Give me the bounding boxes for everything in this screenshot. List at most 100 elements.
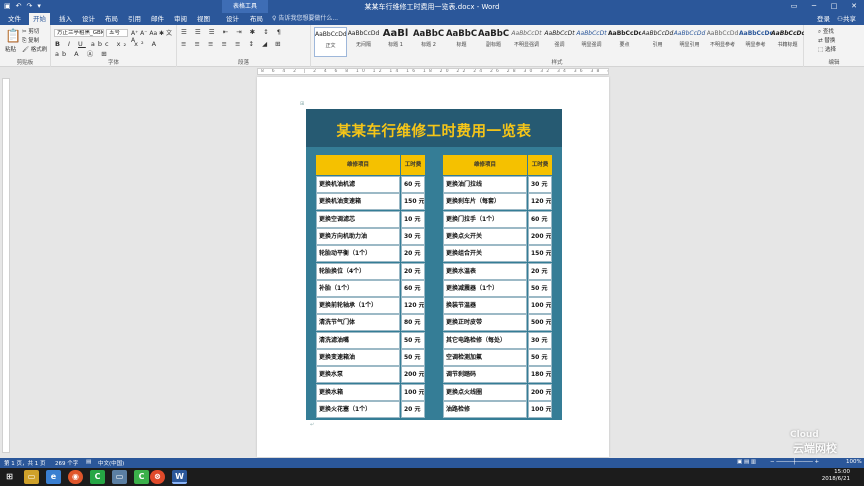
- view-mode-icons[interactable]: ▣ ▤ ▥: [737, 459, 756, 465]
- word-icon[interactable]: W: [172, 470, 187, 484]
- tab-review[interactable]: 审阅: [170, 13, 191, 25]
- table-cell-fee[interactable]: 150 元: [528, 245, 552, 263]
- language-indicator[interactable]: 中文(中国): [98, 459, 124, 467]
- table-cell-item[interactable]: 补胎（1个）: [316, 279, 400, 297]
- tab-references[interactable]: 引用: [124, 13, 145, 25]
- login-button[interactable]: 登录: [817, 13, 830, 25]
- align-icons[interactable]: ≡ ≡ ≡ ≡ ≡ ↕ ◢ ⊞: [181, 40, 284, 48]
- table-cell-item[interactable]: 空调检测加氟: [443, 349, 527, 366]
- table-cell-item[interactable]: 更换水箱: [316, 383, 400, 401]
- proofing-icon[interactable]: ▤: [86, 459, 91, 465]
- start-icon[interactable]: ⊞: [2, 470, 17, 484]
- tab-layout[interactable]: 布局: [101, 13, 122, 25]
- table-cell-fee[interactable]: 100 元: [401, 383, 425, 401]
- table-cell-fee[interactable]: 500 元: [528, 314, 552, 332]
- tab-view[interactable]: 视图: [193, 13, 214, 25]
- camtasia-icon[interactable]: C: [90, 470, 105, 484]
- table-cell-fee[interactable]: 10 元: [401, 210, 425, 228]
- table-cell-fee[interactable]: 50 元: [528, 349, 552, 366]
- style-heading-2[interactable]: AaBbC 标题 2: [412, 27, 445, 57]
- browser-icon[interactable]: e: [46, 470, 61, 484]
- table-cell-fee[interactable]: 80 元: [401, 314, 425, 332]
- paste-icon[interactable]: 📋: [5, 29, 21, 44]
- style-no-spacing[interactable]: AaBbCcDd 无间隔: [347, 27, 380, 57]
- zoom-slider[interactable]: − ─────┼───── +: [770, 459, 819, 465]
- table-cell-item[interactable]: 更换门拉手（1个）: [443, 210, 527, 228]
- table-cell-fee[interactable]: 30 元: [528, 176, 552, 193]
- file-explorer-icon[interactable]: ▭: [24, 470, 39, 484]
- table-cell-item[interactable]: 更换水泵: [316, 366, 400, 384]
- camtasia-recorder-icon[interactable]: C: [134, 470, 149, 484]
- table-cell-fee[interactable]: 120 元: [401, 297, 425, 315]
- screen-icon[interactable]: ▭: [112, 470, 127, 484]
- table-cell-item[interactable]: 清洗滤油嘴: [316, 331, 400, 349]
- table-cell-fee[interactable]: 180 元: [528, 366, 552, 384]
- share-button[interactable]: ⚇共享: [837, 13, 856, 25]
- table-cell-fee[interactable]: 30 元: [401, 227, 425, 245]
- tab-insert[interactable]: 插入: [55, 13, 76, 25]
- table-cell-item[interactable]: 更换刹车片（每套）: [443, 193, 527, 211]
- table-cell-item[interactable]: 调节刹踏码: [443, 366, 527, 384]
- tab-home[interactable]: 开始: [29, 13, 50, 25]
- maximize-icon[interactable]: □: [824, 0, 844, 13]
- style-intense-reference[interactable]: AaBbCcDd 明显参考: [739, 27, 772, 57]
- table-cell-fee[interactable]: 20 元: [401, 400, 425, 418]
- list-icons[interactable]: ☰ ☰ ☰ ⇤ ⇥ ✱ ↕ ¶: [181, 28, 284, 36]
- zoom-level[interactable]: 100%: [846, 459, 862, 465]
- table-cell-item[interactable]: 更换点火线圈: [443, 383, 527, 401]
- header-fee-right[interactable]: 工时费: [528, 155, 552, 175]
- table-cell-item[interactable]: 更换机油变速箱: [316, 193, 400, 211]
- table-cell-fee[interactable]: 150 元: [401, 193, 425, 211]
- style-quote[interactable]: AaBbCcDd 引用: [641, 27, 674, 57]
- cut-button[interactable]: ✂ 剪切: [22, 27, 39, 35]
- table-cell-item[interactable]: 更换火花塞（1个）: [316, 400, 400, 418]
- document-title[interactable]: 某某车行维修工时费用一览表: [306, 120, 562, 141]
- replace-button[interactable]: ⇄ 替换: [818, 36, 835, 44]
- paste-button[interactable]: 粘贴: [5, 45, 16, 53]
- style-intense-emphasis[interactable]: AaBbCcDt 明显强调: [575, 27, 608, 57]
- table-cell-item[interactable]: 轮胎动平衡（1个）: [316, 245, 400, 263]
- font-name-select[interactable]: 方正兰亭粗黑_GBK: [54, 29, 104, 37]
- header-fee-left[interactable]: 工时费: [401, 155, 425, 175]
- table-cell-item[interactable]: 更换方向机助力油: [316, 227, 400, 245]
- ribbon-options-icon[interactable]: ▭: [784, 0, 804, 13]
- table-cell-fee[interactable]: 200 元: [528, 227, 552, 245]
- style-heading-1[interactable]: AaBl 标题 1: [379, 27, 412, 57]
- table-cell-item[interactable]: 换装节温器: [443, 297, 527, 315]
- font-format-icons[interactable]: B I U abc x₂ x² A ab A Ⓐ ⊞: [55, 40, 176, 58]
- style-subtitle[interactable]: AaBbC 副标题: [477, 27, 510, 57]
- table-cell-fee[interactable]: 60 元: [528, 210, 552, 228]
- tell-me-box[interactable]: ♀ 告诉我您想要做什么...: [272, 13, 338, 25]
- table-cell-item[interactable]: 更换油门拉线: [443, 176, 527, 193]
- vertical-ruler[interactable]: [2, 78, 10, 453]
- table-cell-item[interactable]: 更换点火开关: [443, 227, 527, 245]
- tab-file[interactable]: 文件: [4, 13, 25, 25]
- tab-mailings[interactable]: 邮件: [147, 13, 168, 25]
- table-cell-fee[interactable]: 60 元: [401, 176, 425, 193]
- table-cell-item[interactable]: 更换变速箱油: [316, 349, 400, 366]
- media-player-icon[interactable]: ◉: [68, 470, 83, 484]
- table-cell-fee[interactable]: 200 元: [528, 383, 552, 401]
- table-cell-item[interactable]: 更换减震器（1个）: [443, 279, 527, 297]
- table-cell-item[interactable]: 清洗节气门体: [316, 314, 400, 332]
- select-button[interactable]: ⬚ 选择: [818, 45, 836, 53]
- table-cell-fee[interactable]: 50 元: [528, 279, 552, 297]
- table-cell-fee[interactable]: 50 元: [401, 331, 425, 349]
- page-count[interactable]: 第 1 页，共 1 页: [4, 459, 46, 467]
- tab-table-layout[interactable]: 布局: [246, 13, 267, 25]
- table-cell-fee[interactable]: 100 元: [528, 400, 552, 418]
- system-clock[interactable]: 15:00 2018/6/21: [822, 469, 850, 483]
- table-cell-item[interactable]: 更换前轮轴承（1个）: [316, 297, 400, 315]
- table-cell-item[interactable]: 更换水温表: [443, 262, 527, 280]
- style-emphasis[interactable]: AaBbCcDt 强调: [543, 27, 576, 57]
- table-cell-item[interactable]: 更换空调滤芯: [316, 210, 400, 228]
- table-cell-item[interactable]: 轮胎换位（4个）: [316, 262, 400, 280]
- minimize-icon[interactable]: ─: [804, 0, 824, 13]
- table-cell-fee[interactable]: 200 元: [401, 366, 425, 384]
- style-subtle-reference[interactable]: AaBbCcDd 不明显参考: [706, 27, 739, 57]
- tool-icon[interactable]: ⊗: [150, 470, 165, 484]
- format-painter-button[interactable]: 🖌 格式刷: [22, 45, 47, 53]
- header-item-left[interactable]: 维修项目: [316, 155, 400, 175]
- table-cell-fee[interactable]: 20 元: [401, 245, 425, 263]
- tab-design[interactable]: 设计: [78, 13, 99, 25]
